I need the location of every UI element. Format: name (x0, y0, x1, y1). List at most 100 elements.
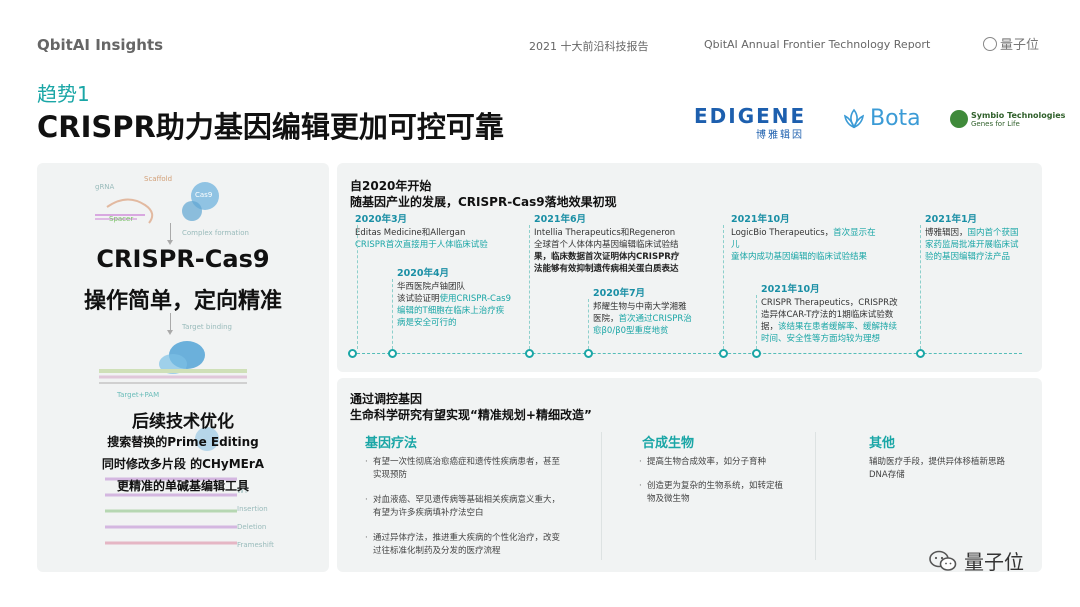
synthetic-biology-item: 提高生物合成效率，如分子育种 (639, 456, 799, 469)
timeline-event: 2021年1月 博雅辑因，国内首个获国 家药监局批准开展临床试 验的基因编辑疗法… (925, 213, 1037, 263)
diagram-arrow (167, 223, 173, 245)
event-org: Intellia Therapeutics和Regeneron (534, 228, 676, 238)
event-desc-highlight: 童体内成功基因编辑的临床试验结果 (731, 252, 868, 262)
timeline-heading: 自2020年开始 (350, 179, 432, 193)
edigene-logo: EDIGENE 博雅辑因 (694, 104, 810, 141)
symbio-logo: Symbio Technologies Genes for Life (950, 110, 1065, 128)
event-org: 邦耀生物与中南大学湘雅 (593, 302, 687, 312)
label-frameshift: Frameshift (237, 541, 274, 549)
timeline-event: 2020年7月 邦耀生物与中南大学湘雅 医院，首次通过CRISPR治 愈β0/β… (593, 287, 713, 337)
event-org: CRISPR Therapeutics，CRISPR改 (761, 298, 898, 308)
timeline-event: 2020年3月 Editas Medicine和Allergan CRISPR首… (355, 213, 525, 251)
wechat-icon (929, 550, 957, 571)
label-complex-formation: Complex formation (182, 229, 249, 237)
timeline-stem (920, 225, 921, 349)
timeline-dot (348, 349, 357, 358)
watermark-text: 量子位 (964, 550, 1024, 574)
timeline-stem (529, 225, 530, 349)
gene-therapy-item: 对血液癌、罕见遗传病等基础相关疾病意义重大， 有望为许多疾病填补疗法空白 (365, 494, 605, 520)
timeline-dot (916, 349, 925, 358)
column-title-synthetic-biology: 合成生物 (642, 436, 695, 451)
diagram-arrow (167, 313, 173, 335)
event-desc: 造异体CAR-T疗法的1期临床试验数 (761, 310, 894, 320)
bota-logo: Bota (842, 106, 921, 131)
qbit-logo: 量子位 (983, 34, 1039, 53)
timeline-event: 2021年6月 Intellia Therapeutics和Regeneron … (534, 213, 709, 275)
column-divider (601, 432, 602, 560)
item-line: 物及微生物 (647, 494, 690, 504)
crispr-diagram (95, 182, 247, 545)
edigene-logo-en: EDIGENE (694, 104, 807, 128)
timeline-panel: 自2020年开始 随基因产业的发展，CRISPR-Cas9落地效果初现 2020… (337, 163, 1042, 372)
label-grna: gRNA (95, 183, 115, 191)
item-line: 通过异体疗法，推进重大疾病的个性化治疗，改变 (373, 533, 561, 543)
event-desc-highlight: 首次通过CRISPR治 (618, 314, 692, 324)
label-target-binding: Target binding (182, 323, 232, 331)
label-spacer: Spacer (109, 215, 134, 223)
event-desc-highlight: 时间、安全性等方面均较为理想 (761, 334, 881, 344)
timeline-event: 2021年10月 LogicBio Therapeutics，首次显示在儿 童体… (731, 213, 881, 263)
brand-name: QbitAI Insights (37, 36, 164, 54)
top-bar: QbitAI Insights 2021 十大前沿科技报告 QbitAI Ann… (37, 34, 1045, 56)
event-desc: 据， (761, 322, 779, 332)
item-line: 创造更为复杂的生物系统，如转定植 (647, 481, 784, 491)
item-line: 对血液癌、罕见遗传病等基础相关疾病意义重大， (373, 495, 561, 505)
timeline-stem (756, 295, 757, 349)
event-org: 博雅辑因， (925, 228, 968, 238)
event-desc-highlight: 验的基因编辑疗法产品 (925, 252, 1011, 262)
label-scaffold: Scaffold (144, 175, 173, 183)
bota-logo-text: Bota (870, 106, 921, 131)
event-date: 2021年6月 (534, 214, 587, 225)
optimization-item: 更精准的单碱基编辑工具 (116, 479, 249, 493)
applications-panel: 通过调控基因 生命科学研究有望实现“精准规划+精细改造” 基因疗法 有望一次性彻… (337, 378, 1042, 572)
item-line: 实现预防 (373, 470, 408, 480)
wechat-watermark: 量子位 (928, 546, 1024, 575)
symbio-leaf-icon (950, 110, 968, 128)
item-line: 提高生物合成效率，如分子育种 (647, 457, 767, 467)
event-desc: CRISPR首次直接用于人体临床试验 (355, 240, 488, 250)
event-desc: 全球首个人体体内基因编辑临床试验结 (534, 240, 679, 250)
crispr-subheadline: 操作简单，定向精准 (83, 289, 282, 314)
event-date: 2021年10月 (731, 214, 790, 225)
timeline-stem (723, 225, 724, 349)
label-cas9: Cas9 (195, 191, 213, 199)
item-line: DNA存储 (869, 470, 905, 480)
event-desc-highlight: 愈β0/β0型重度地贫 (593, 326, 669, 336)
event-desc-highlight: 编辑的T细胞在临床上治疗疾 (397, 306, 505, 316)
timeline-dot (584, 349, 593, 358)
event-desc: 医院， (593, 314, 619, 324)
symbio-name: Symbio Technologies (971, 110, 1066, 120)
gene-therapy-item: 通过异体疗法，推进重大疾病的个性化治疗，改变 过往标准化制药及分发的医疗流程 (365, 532, 605, 558)
gene-therapy-item: 有望一次性彻底治愈癌症和遗传性疾病患者，甚至 实现预防 (365, 456, 605, 482)
timeline-stem (357, 225, 358, 349)
report-title-en: QbitAI Annual Frontier Technology Report (704, 38, 931, 51)
event-desc-highlight: 使用CRISPR-Cas9 (439, 294, 511, 304)
crispr-headline: CRISPR-Cas9 (96, 245, 270, 273)
timeline-dot (388, 349, 397, 358)
optimization-item: 搜索替换的Prime Editing (107, 435, 259, 449)
event-desc-highlight: 病是安全可行的 (397, 318, 457, 328)
timeline-stem (588, 299, 589, 349)
qbit-logo-icon (983, 36, 997, 51)
column-title-other: 其他 (869, 436, 896, 451)
synthetic-biology-item: 创造更为复杂的生物系统，如转定植 物及微生物 (639, 480, 799, 506)
event-desc-bold: 果，临床数据首次证明体内CRISPR疗 (534, 252, 680, 262)
page-title: CRISPR助力基因编辑更加可控可靠 (37, 110, 504, 144)
event-date: 2020年4月 (397, 268, 450, 279)
timeline-subheading: 随基因产业的发展，CRISPR-Cas9落地效果初现 (350, 195, 617, 209)
timeline-event: 2020年4月 华西医院卢铀团队 该试验证明使用CRISPR-Cas9 编辑的T… (397, 267, 537, 329)
timeline-event: 2021年10月 CRISPR Therapeutics，CRISPR改 造异体… (761, 283, 921, 345)
optimization-title: 后续技术优化 (132, 412, 234, 432)
event-org: Editas Medicine和Allergan (355, 228, 466, 238)
column-title-gene-therapy: 基因疗法 (365, 436, 418, 451)
column-divider (815, 432, 816, 560)
label-deletion: Deletion (237, 523, 267, 531)
applications-subheading: 生命科学研究有望实现“精准规划+精细改造” (350, 408, 592, 422)
event-org: 华西医院卢铀团队 (397, 282, 466, 292)
event-date: 2021年1月 (925, 214, 978, 225)
event-desc-highlight: 该结果在患者缓解率、缓解持续 (778, 322, 898, 332)
optimization-item: 同时修改多片段 的CHyMErA (101, 457, 265, 471)
applications-heading: 通过调控基因 (350, 392, 423, 406)
label-target-pam: Target+PAM (117, 391, 160, 399)
event-desc-highlight: 家药监局批准开展临床试 (925, 240, 1019, 250)
